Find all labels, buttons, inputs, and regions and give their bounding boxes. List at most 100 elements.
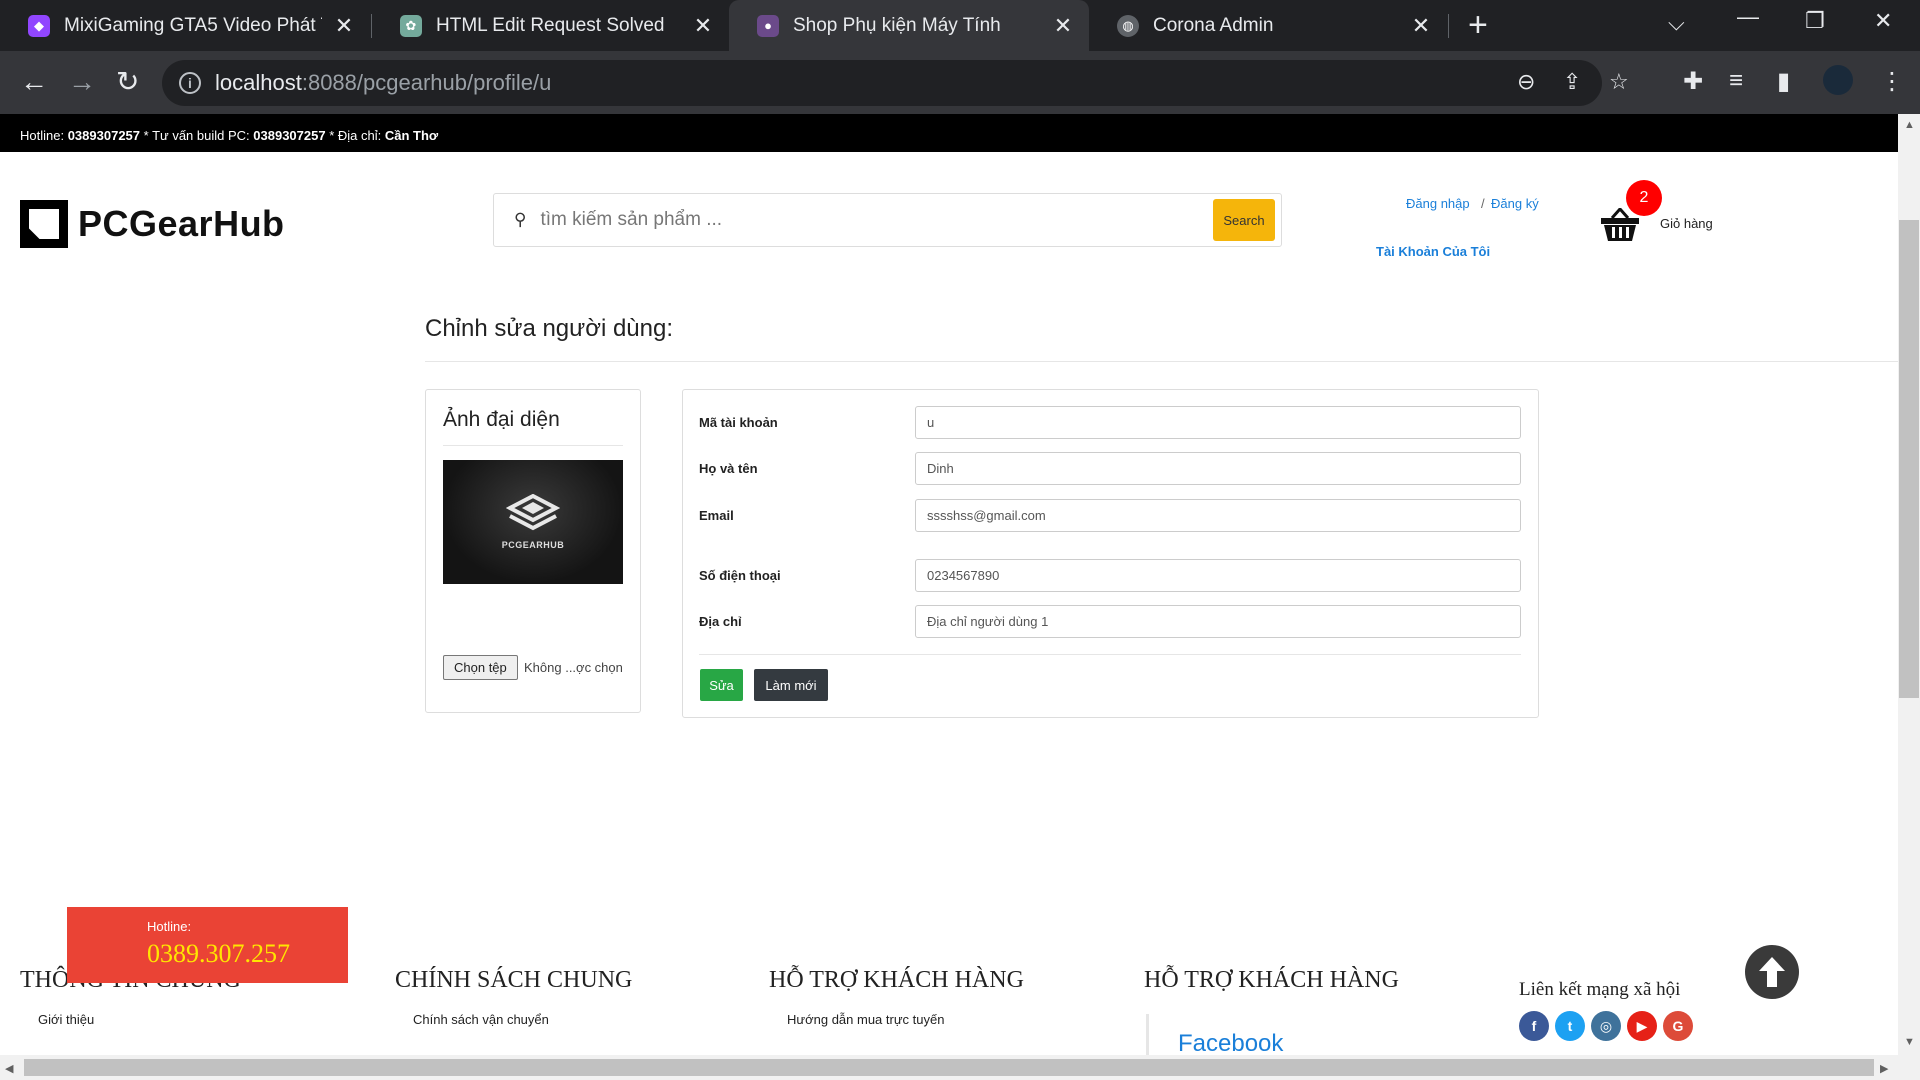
address-value: Cần Thơ — [384, 128, 439, 143]
close-tab-icon[interactable]: ✕ — [1051, 13, 1075, 39]
search-input[interactable]: tìm kiếm sản phẩm ... — [540, 209, 1213, 231]
profile-avatar[interactable] — [1823, 65, 1853, 95]
forward-icon[interactable]: → — [68, 64, 96, 100]
address-label: * Địa chỉ: — [329, 128, 382, 143]
form-row-account-id: Mã tài khoản u — [699, 406, 1521, 439]
restore-icon[interactable]: ❐ — [1805, 8, 1825, 34]
extensions-icon[interactable]: ✚ — [1683, 67, 1703, 96]
tab-title: Corona Admin — [1153, 14, 1274, 36]
footer-col-title: HỖ TRỢ KHÁCH HÀNG — [1144, 967, 1399, 993]
cart-count-badge: 2 — [1626, 180, 1662, 216]
browser-toolbar: ← → ↻ i localhost:8088/pcgearhub/profile… — [0, 51, 1920, 114]
back-icon[interactable]: ← — [20, 64, 48, 100]
page-title: Chỉnh sửa người dùng: — [425, 315, 674, 342]
phone-label: Số điện thoại — [699, 568, 781, 583]
share-icon[interactable]: ⇪ — [1563, 69, 1581, 95]
instagram-icon[interactable]: ◎ — [1591, 1011, 1621, 1041]
browser-tab-mixigaming[interactable]: ◆ MixiGaming GTA5 Video Phát Trự ✕ — [0, 0, 370, 51]
logo-mark-icon — [20, 200, 68, 248]
footer-col-title: HỖ TRỢ KHÁCH HÀNG — [769, 967, 1024, 993]
register-link[interactable]: Đăng ký — [1491, 196, 1539, 211]
facebook-link[interactable]: Facebook — [1178, 1030, 1283, 1055]
browser-tab-html-edit[interactable]: ✿ HTML Edit Request Solved ✕ — [372, 0, 729, 51]
form-row-fullname: Họ và tên Dinh — [699, 452, 1521, 485]
globe-icon: ◍ — [1117, 14, 1139, 37]
divider — [425, 361, 1898, 362]
hotline-value: 0389307257 — [67, 128, 141, 143]
fullname-label: Họ và tên — [699, 461, 758, 476]
url-text: localhost:8088/pcgearhub/profile/u — [215, 70, 552, 95]
avatar-card: Ảnh đại diện PCGEARHUB Chọn tệp Không ..… — [425, 389, 641, 713]
form-row-phone: Số điện thoại 0234567890 — [699, 559, 1521, 592]
scroll-down-arrow-icon[interactable]: ▼ — [1904, 1036, 1915, 1048]
form-row-address: Địa chỉ Địa chỉ người dùng 1 — [699, 605, 1521, 638]
twitter-icon[interactable]: t — [1555, 1011, 1585, 1041]
cart-label[interactable]: Giỏ hàng — [1660, 216, 1713, 231]
footer-link-about[interactable]: Giới thiệu — [38, 1012, 241, 1027]
footer-link-shipping[interactable]: Chính sách vận chuyển — [413, 1012, 632, 1027]
shop-icon: ● — [757, 14, 779, 37]
chatgpt-icon: ✿ — [400, 14, 422, 37]
site-info-icon[interactable]: i — [179, 72, 201, 94]
browser-tab-corona-admin[interactable]: ◍ Corona Admin ✕ — [1089, 0, 1447, 51]
close-tab-icon[interactable]: ✕ — [691, 13, 715, 39]
google-icon[interactable]: G — [1663, 1011, 1693, 1041]
hotline-label: Hotline: — [147, 919, 192, 934]
file-status-text: Không ...ợc chọn — [524, 660, 623, 675]
user-form-card: Mã tài khoản u Họ và tên Dinh Email ssss… — [682, 389, 1539, 718]
phone-field[interactable]: 0234567890 — [915, 559, 1521, 592]
bookmark-star-icon[interactable]: ☆ — [1609, 69, 1629, 95]
login-link[interactable]: Đăng nhập — [1406, 196, 1470, 211]
address-bar[interactable]: i localhost:8088/pcgearhub/profile/u ⊖ ⇪… — [162, 60, 1629, 106]
footer-col-policies: CHÍNH SÁCH CHUNG Chính sách vận chuyển — [395, 967, 632, 1027]
avatar-card-title: Ảnh đại diện — [443, 408, 560, 431]
vertical-scrollbar-thumb[interactable] — [1899, 220, 1919, 698]
social-title: Liên kết mạng xã hội — [1519, 979, 1681, 1000]
divider — [443, 445, 623, 446]
search-icon: ⚲ — [514, 210, 527, 229]
zoom-icon[interactable]: ⊖ — [1517, 69, 1535, 95]
account-id-field[interactable]: u — [915, 406, 1521, 439]
reset-button[interactable]: Làm mới — [754, 669, 828, 701]
close-tab-icon[interactable]: ✕ — [332, 13, 356, 39]
pcgearhub-logo-icon — [506, 494, 560, 531]
minimize-icon[interactable]: — — [1737, 4, 1759, 30]
scroll-left-arrow-icon[interactable]: ◀ — [5, 1062, 13, 1075]
side-panel-icon[interactable]: ▮ — [1777, 67, 1790, 96]
save-button[interactable]: Sửa — [700, 669, 743, 701]
facebook-icon[interactable]: f — [1519, 1011, 1549, 1041]
arrow-up-icon — [1759, 957, 1785, 987]
search-button[interactable]: Search — [1213, 199, 1275, 241]
avatar-image: PCGEARHUB — [443, 460, 623, 584]
back-to-top-button[interactable] — [1745, 945, 1799, 999]
build-pc-label: * Tư vấn build PC: — [143, 128, 250, 143]
tab-search-chevron-icon[interactable]: ⌵ — [1668, 10, 1685, 36]
menu-kebab-icon[interactable]: ⋮ — [1880, 67, 1904, 96]
browser-tab-shop-active[interactable]: ● Shop Phụ kiện Máy Tính ✕ — [729, 0, 1089, 51]
fullname-field[interactable]: Dinh — [915, 452, 1521, 485]
reload-icon[interactable]: ↻ — [116, 64, 139, 100]
form-row-email: Email sssshss@gmail.com — [699, 499, 1521, 532]
email-label: Email — [699, 508, 734, 523]
web-page: Hotline: 0389307257 * Tư vấn build PC: 0… — [0, 114, 1898, 1055]
site-logo[interactable]: PCGearHub — [20, 200, 285, 248]
footer-link-buy-guide[interactable]: Hướng dẫn mua trực tuyến — [787, 1012, 1024, 1027]
tab-title: HTML Edit Request Solved — [436, 14, 665, 36]
choose-file-button[interactable]: Chọn tệp — [443, 655, 518, 680]
social-icons: f t ◎ ▶ G — [1519, 1011, 1693, 1041]
my-account-link[interactable]: Tài Khoản Của Tôi — [1376, 244, 1490, 259]
new-tab-icon[interactable]: + — [1468, 8, 1488, 42]
scroll-right-arrow-icon[interactable]: ▶ — [1880, 1062, 1888, 1075]
address-field[interactable]: Địa chỉ người dùng 1 — [915, 605, 1521, 638]
media-control-icon[interactable]: ≡ — [1729, 67, 1743, 95]
scroll-up-arrow-icon[interactable]: ▲ — [1904, 119, 1915, 131]
hotline-number: 0389.307.257 — [147, 939, 290, 968]
footer-col-support-2: HỖ TRỢ KHÁCH HÀNG — [1144, 967, 1399, 994]
close-window-icon[interactable]: ✕ — [1874, 8, 1892, 34]
youtube-icon[interactable]: ▶ — [1627, 1011, 1657, 1041]
avatar-text: PCGEARHUB — [501, 540, 565, 550]
email-field[interactable]: sssshss@gmail.com — [915, 499, 1521, 532]
floating-hotline[interactable]: Hotline: 0389.307.257 — [67, 907, 348, 983]
horizontal-scrollbar-thumb[interactable] — [24, 1059, 1874, 1076]
close-tab-icon[interactable]: ✕ — [1409, 13, 1433, 39]
